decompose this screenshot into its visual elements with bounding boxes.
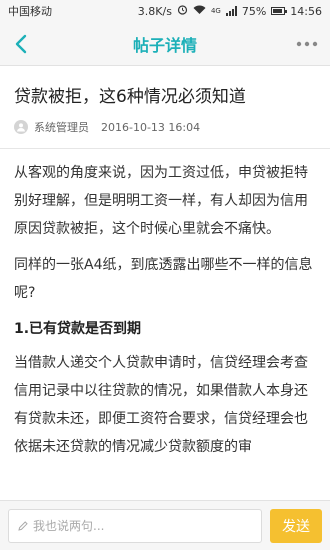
signal-icon [225, 6, 237, 16]
pencil-icon [18, 520, 28, 531]
post-meta: 系统管理员 2016-10-13 16:04 [14, 118, 316, 136]
post-title: 贷款被拒，这6种情况必须知道 [14, 87, 246, 107]
comment-bar: 发送 [0, 500, 330, 550]
alarm-icon [177, 4, 188, 18]
nav-bar: 帖子详情 [0, 22, 330, 66]
wifi-icon [193, 5, 206, 18]
page-title: 帖子详情 [132, 35, 197, 55]
paragraph: 同样的一张A4纸，到底透露出哪些不一样的信息呢? [14, 257, 313, 301]
post-content: 贷款被拒，这6种情况必须知道 系统管理员 2016-10-13 16:04 从客… [0, 66, 330, 500]
back-button[interactable] [6, 29, 36, 59]
section-heading: 1.已有贷款是否到期 [14, 321, 142, 337]
more-dots-icon [296, 41, 318, 47]
network-speed: 3.8K/s [137, 4, 172, 18]
user-icon [17, 123, 25, 132]
post-date: 2016-10-13 16:04 [101, 120, 201, 134]
more-button[interactable] [292, 29, 322, 59]
status-bar: 中国移动 3.8K/s 4G 75% 14:56 [0, 0, 330, 22]
battery-percent: 75% [241, 4, 267, 18]
paragraph: 从客观的角度来说，因为工资过低，申贷被拒特别好理解，但是明明工资一样，有人却因为… [14, 165, 308, 237]
clock: 14:56 [290, 4, 322, 18]
carrier-label: 中国移动 [8, 5, 52, 18]
comment-field[interactable] [8, 508, 262, 543]
avatar [14, 120, 28, 134]
post-author: 系统管理员 [34, 121, 89, 134]
paragraph: 当借款人递交个人贷款申请时，信贷经理会考查信用记录中以往贷款的情况，如果借款人本… [14, 355, 308, 455]
chevron-left-icon [15, 34, 27, 54]
battery-icon [271, 7, 288, 15]
comment-input[interactable] [33, 518, 253, 533]
divider [0, 148, 330, 149]
network-type: 4G [210, 7, 221, 15]
send-button[interactable]: 发送 [270, 508, 322, 543]
